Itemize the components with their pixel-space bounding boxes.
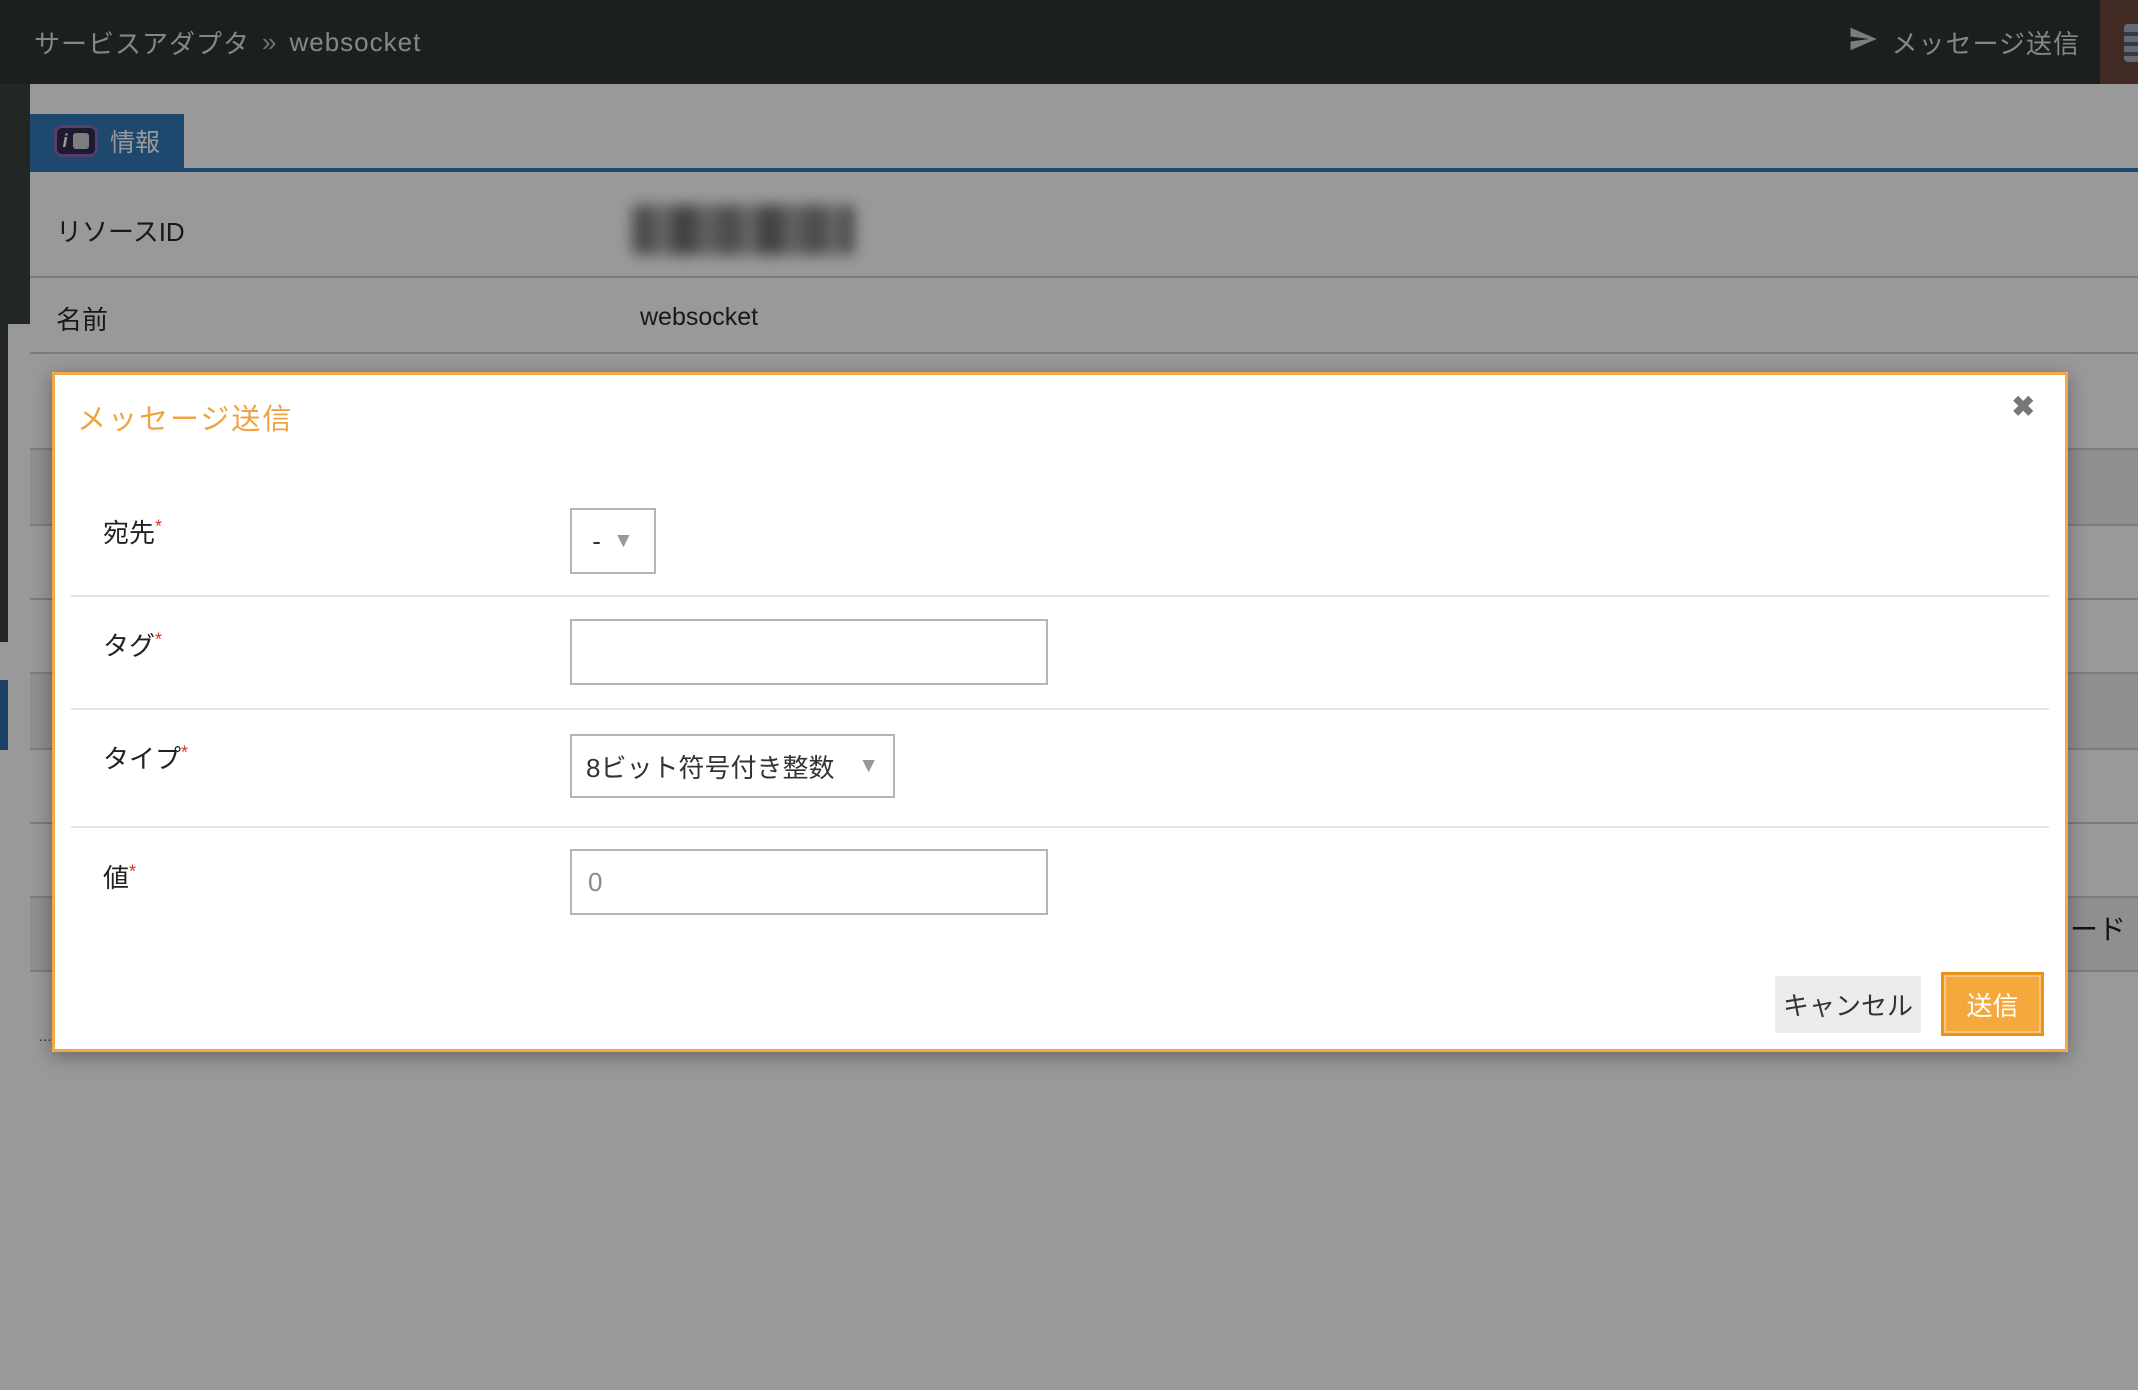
select-value: 8ビット符号付き整数 [586,748,834,785]
required-asterisk: * [155,516,162,536]
field-label-text: 宛先 [103,518,155,548]
tag-input[interactable] [570,619,1048,685]
field-label-text: タイプ [103,744,181,774]
required-asterisk: * [155,629,162,649]
modal-title: メッセージ送信 [77,396,293,438]
destination-label: 宛先* [103,513,162,550]
chevron-down-icon: ▼ [613,529,634,553]
submit-button[interactable]: 送信 [1941,972,2044,1036]
type-label: タイプ* [103,739,188,776]
tag-label: タグ* [103,626,162,663]
field-label-text: タグ [103,631,155,661]
destination-select[interactable]: - ▼ [570,508,656,574]
field-separator [71,826,2049,828]
required-asterisk: * [181,742,188,762]
type-select[interactable]: 8ビット符号付き整数 ▼ [570,734,895,798]
select-value: - [592,526,601,557]
close-icon: ✖ [2012,391,2035,422]
value-label: 値* [103,858,136,895]
field-separator [71,595,2049,597]
cancel-button[interactable]: キャンセル [1775,976,1921,1033]
value-input[interactable] [570,849,1048,915]
required-asterisk: * [129,861,136,881]
modal-close-button[interactable]: ✖ [2010,391,2037,423]
send-message-modal: メッセージ送信 ✖ 宛先* - ▼ タグ* タイプ* 8ビット符号付き整数 ▼ [52,372,2068,1052]
chevron-down-icon: ▼ [858,754,879,778]
app-screen: サービスアダプタ » websocket メッセージ送信 i 情報 リソースID… [0,0,2138,1390]
field-label-text: 値 [103,863,129,893]
field-separator [71,708,2049,710]
